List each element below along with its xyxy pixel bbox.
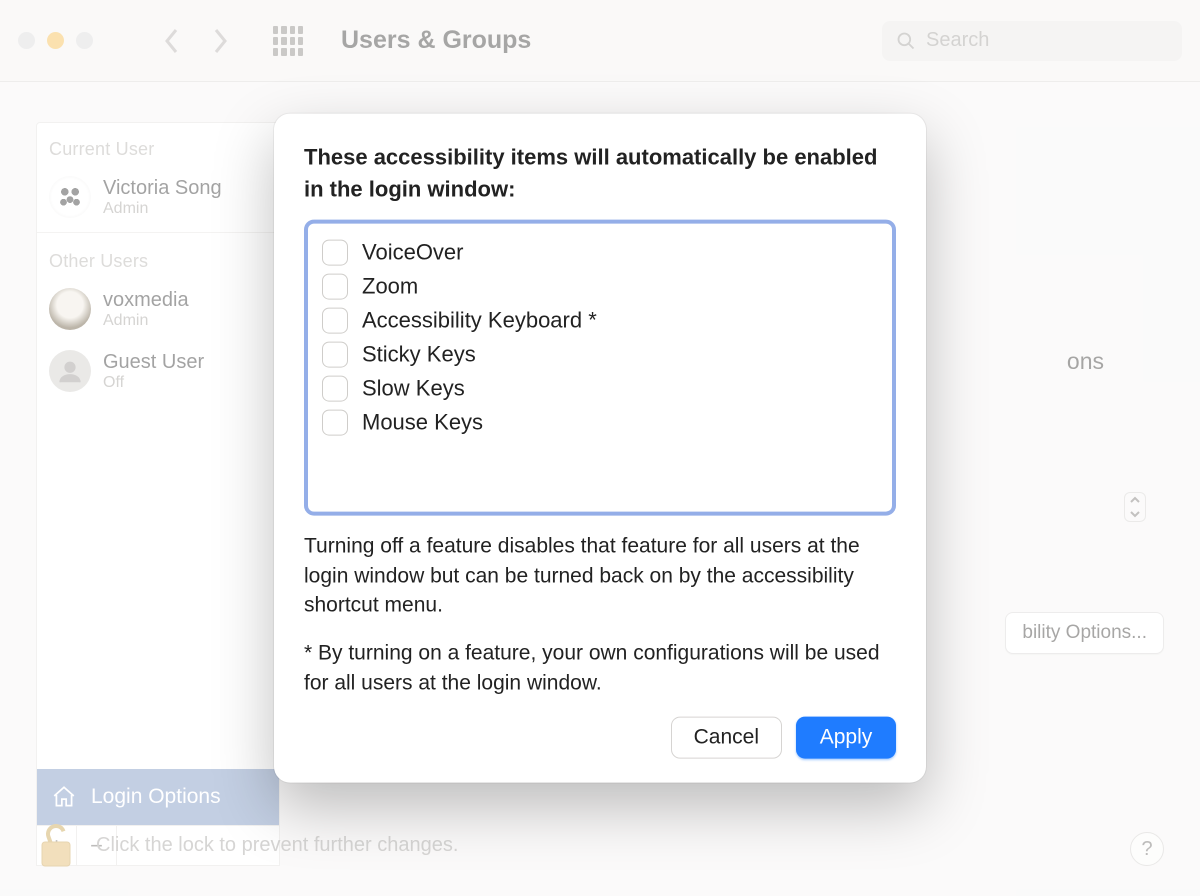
option-label: Accessibility Keyboard * bbox=[362, 307, 597, 333]
option-mouse-keys[interactable]: Mouse Keys bbox=[322, 405, 878, 439]
checkbox[interactable] bbox=[322, 273, 348, 299]
option-label: Sticky Keys bbox=[362, 341, 476, 367]
modal-paragraph-2: * By turning on a feature, your own conf… bbox=[304, 639, 896, 699]
apply-button[interactable]: Apply bbox=[796, 716, 896, 758]
option-accessibility-keyboard[interactable]: Accessibility Keyboard * bbox=[322, 303, 878, 337]
checkbox[interactable] bbox=[322, 239, 348, 265]
accessibility-login-modal: These accessibility items will automatic… bbox=[274, 114, 926, 783]
option-sticky-keys[interactable]: Sticky Keys bbox=[322, 337, 878, 371]
options-list: VoiceOver Zoom Accessibility Keyboard * … bbox=[304, 219, 896, 515]
option-label: Mouse Keys bbox=[362, 409, 483, 435]
modal-heading: These accessibility items will automatic… bbox=[304, 142, 896, 206]
checkbox[interactable] bbox=[322, 341, 348, 367]
cancel-button[interactable]: Cancel bbox=[671, 716, 782, 758]
system-preferences-window: Users & Groups Search Current User Victo… bbox=[0, 0, 1200, 896]
option-voiceover[interactable]: VoiceOver bbox=[322, 235, 878, 269]
checkbox[interactable] bbox=[322, 375, 348, 401]
option-label: Slow Keys bbox=[362, 375, 465, 401]
checkbox[interactable] bbox=[322, 409, 348, 435]
checkbox[interactable] bbox=[322, 307, 348, 333]
option-label: VoiceOver bbox=[362, 239, 464, 265]
modal-footer: Cancel Apply bbox=[304, 716, 896, 758]
modal-paragraph-1: Turning off a feature disables that feat… bbox=[304, 531, 896, 620]
option-label: Zoom bbox=[362, 273, 418, 299]
option-slow-keys[interactable]: Slow Keys bbox=[322, 371, 878, 405]
option-zoom[interactable]: Zoom bbox=[322, 269, 878, 303]
